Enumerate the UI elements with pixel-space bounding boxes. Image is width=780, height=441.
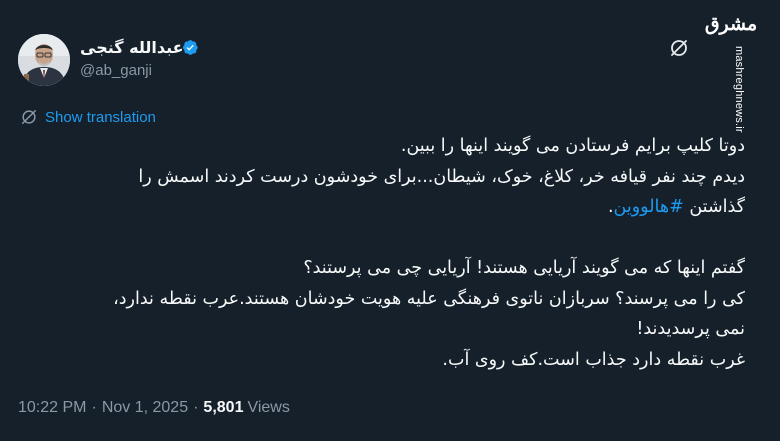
tweet-text-segment: گذاشتن (689, 197, 745, 217)
post-date: Nov 1, 2025 (101, 399, 189, 416)
meta-separator-2: · (193, 399, 199, 416)
watermark-url: mashreghnews.ir (733, 46, 745, 133)
verified-badge-icon (180, 38, 199, 57)
author-handle[interactable]: @ab_ganji (80, 62, 152, 79)
tweet-line-2: دیدم چند نفر قیافه خر، کلاغ، خوک، شیطان.… (138, 166, 745, 187)
timestamp-link[interactable]: 10:22 PM · Nov 1, 2025 (18, 399, 188, 417)
watermark: مشرق mashreghnews.ir (700, 6, 762, 133)
avatar[interactable] (18, 34, 70, 86)
tweet-line-5: کی را می پرسند؟ سربازان ناتوی فرهنگی علی… (113, 288, 745, 309)
show-translation-link[interactable]: Show translation (20, 106, 156, 128)
tweet-text: دوتا کلیپ برایم فرستادن می گویند اینها ر… (18, 131, 745, 375)
avatar-image (18, 34, 70, 86)
tweet-line-7: غرب نقطه دارد جذاب است.کف روی آب. (442, 349, 745, 370)
grok-icon[interactable] (668, 37, 690, 59)
tweet-line-4: گفتم اینها که می گویند آریایی هستند! آری… (303, 258, 745, 278)
hashtag-link[interactable]: #هالووین (614, 197, 684, 217)
post-time: 10:22 PM (18, 399, 87, 416)
tweet-line-3: گذاشتن #هالووین. (18, 192, 745, 223)
views-count: 5,801 (203, 399, 244, 416)
tweet-meta: 10:22 PM · Nov 1, 2025 · 5,801 Views (18, 396, 290, 420)
show-translation-label: Show translation (45, 108, 156, 126)
translate-icon (21, 109, 37, 125)
meta-separator: · (91, 399, 97, 416)
views-label: Views (247, 399, 290, 416)
tweet-line-6: نمی پرسدیدند! (636, 319, 745, 339)
watermark-logo: مشرق (704, 13, 758, 35)
display-name[interactable]: عبدالله گنجی (80, 38, 184, 57)
tweet-card: عبدالله گنجی @ab_ganji مشرق mashreghnews… (0, 0, 780, 441)
tweet-line-1: دوتا کلیپ برایم فرستادن می گویند اینها ر… (400, 136, 745, 156)
